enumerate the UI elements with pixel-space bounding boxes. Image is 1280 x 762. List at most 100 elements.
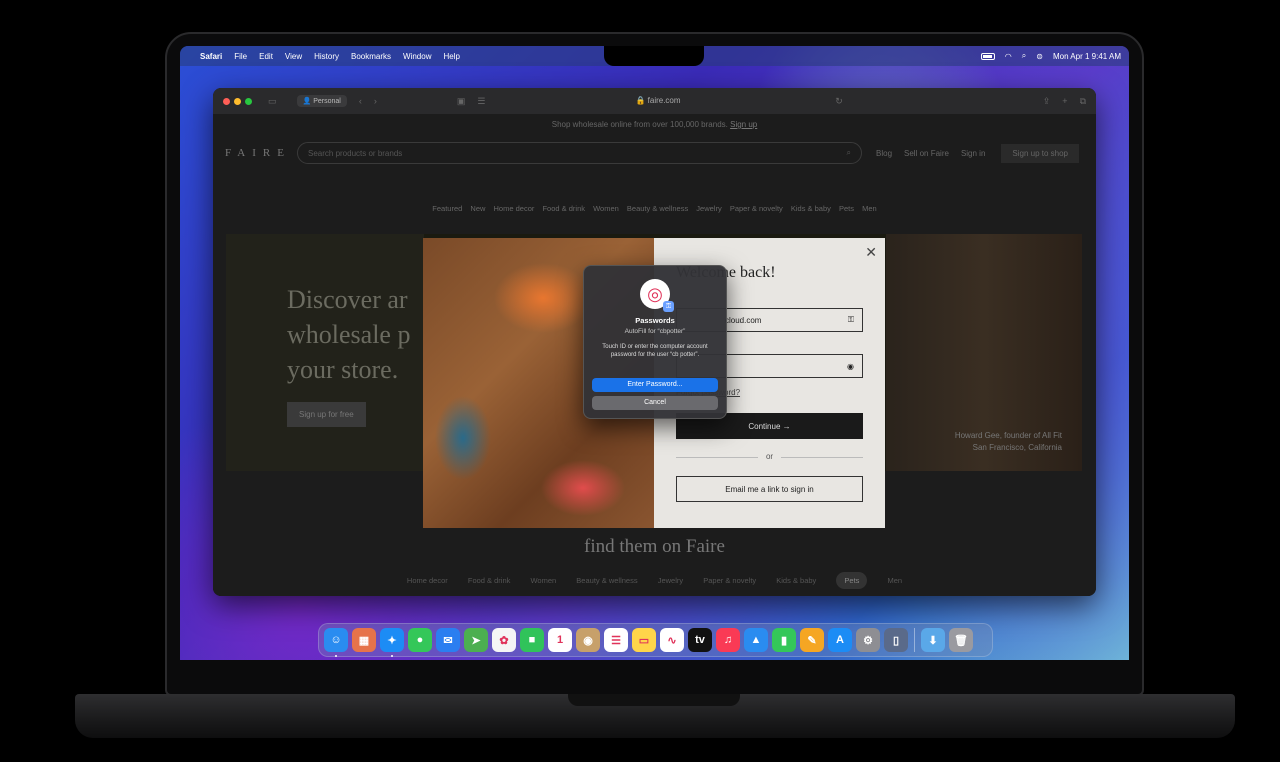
minimize-window-button[interactable] [234,97,241,105]
tab-paper[interactable]: Paper & novelty [703,576,756,585]
sign-up-to-shop-button[interactable]: Sign up to shop [1001,143,1080,163]
tab-food-drink[interactable]: Food & drink [468,576,511,585]
tab-beauty[interactable]: Beauty & wellness [576,576,637,585]
dialog-subtitle: AutoFill for “cbpotter” [624,328,686,335]
cat-beauty[interactable]: Beauty & wellness [627,204,688,213]
numbers-icon[interactable]: ▮ [772,628,796,652]
downloads-icon[interactable]: ⬇ [921,628,945,652]
cat-women[interactable]: Women [593,204,619,213]
cat-men[interactable]: Men [862,204,877,213]
wifi-icon[interactable]: ◠ [1005,52,1012,61]
cancel-button[interactable]: Cancel [592,396,718,410]
cat-paper[interactable]: Paper & novelty [730,204,783,213]
passwords-dialog: ◎ ⚿ Passwords AutoFill for “cbpotter” Tou… [583,265,727,419]
reader-icon[interactable]: ☰ [477,96,485,107]
facetime-icon[interactable]: ■ [520,628,544,652]
menu-edit[interactable]: Edit [259,52,273,61]
battery-icon[interactable] [980,52,995,60]
key-icon[interactable]: ⚿ [848,315,854,325]
hero-caption: Howard Gee, founder of All Fit San Franc… [955,430,1062,454]
faire-logo[interactable]: FAIRE [225,147,297,159]
lock-icon: 🔒 [635,96,646,105]
menu-app-name[interactable]: Safari [200,52,222,61]
url-text: faire.com [647,96,681,105]
cat-new[interactable]: New [470,204,485,213]
menu-file[interactable]: File [234,52,247,61]
photos-icon[interactable]: ✿ [492,628,516,652]
running-indicator [391,655,393,657]
menu-view[interactable]: View [285,52,302,61]
eye-icon[interactable]: ◉ [847,362,854,371]
zoom-window-button[interactable] [245,97,252,105]
new-tab-icon[interactable]: + [1062,96,1067,106]
launchpad-icon[interactable]: ▦ [352,628,376,652]
email-link-button[interactable]: Email me a link to sign in [676,476,863,502]
freeform-icon[interactable]: ∿ [660,628,684,652]
profile-button[interactable]: 👤 Personal [296,95,347,107]
control-center-icon[interactable]: ⊜ [1036,52,1043,61]
category-nav: Featured New Home decor Food & drink Wom… [213,204,1096,213]
cat-food-drink[interactable]: Food & drink [542,204,585,213]
tab-men[interactable]: Men [888,576,903,585]
tab-overview-icon[interactable]: ▣ [457,96,466,107]
promo-text: Shop wholesale online from over 100,000 … [551,120,728,129]
status-area: ◠ ⌕ ⊜ Mon Apr 1 9:41 AM [980,51,1121,61]
blog-link[interactable]: Blog [876,149,892,158]
tabs-icon[interactable]: ⧉ [1080,96,1086,107]
enter-password-button[interactable]: Enter Password... [592,378,718,392]
bottom-category-tabs: Home decor Food & drink Women Beauty & w… [213,572,1096,589]
profile-label: Personal [313,98,341,105]
dialog-message: Touch ID or enter the computer account p… [602,344,708,358]
contacts-icon[interactable]: ◉ [576,628,600,652]
reminders-icon[interactable]: ☰ [604,628,628,652]
sidebar-icon[interactable]: ▭ [268,96,277,107]
menu-history[interactable]: History [314,52,339,61]
menu-help[interactable]: Help [443,52,459,61]
menu-clock[interactable]: Mon Apr 1 9:41 AM [1053,52,1121,61]
calendar-icon[interactable]: 1 [548,628,572,652]
notes-icon[interactable]: ▭ [632,628,656,652]
cat-home-decor[interactable]: Home decor [494,204,535,213]
menu-window[interactable]: Window [403,52,431,61]
magnifier-icon: ⌕ [846,148,851,157]
tv-icon[interactable]: tv [688,628,712,652]
cat-jewelry[interactable]: Jewelry [696,204,721,213]
close-icon[interactable]: ✕ [865,244,877,261]
tab-jewelry[interactable]: Jewelry [658,576,683,585]
safari-icon[interactable]: ✦ [380,628,404,657]
finder-icon[interactable]: ☺ [324,628,348,657]
forward-icon[interactable]: › [374,96,377,106]
close-window-button[interactable] [223,97,230,105]
tab-kids[interactable]: Kids & baby [776,576,816,585]
cat-pets[interactable]: Pets [839,204,854,213]
iphone-mirroring-icon[interactable]: ▯ [884,628,908,652]
app-store-icon[interactable]: A [828,628,852,652]
email-value: cloud.com [725,315,762,325]
trash-icon[interactable]: 🗑 [949,628,973,652]
pages-icon[interactable]: ✎ [800,628,824,652]
key-badge-icon: ⚿ [663,301,674,312]
cat-kids[interactable]: Kids & baby [791,204,831,213]
running-indicator [335,655,337,657]
back-icon[interactable]: ‹ [359,96,362,106]
search-icon[interactable]: ⌕ [1022,51,1026,61]
tab-pets[interactable]: Pets [836,572,868,589]
messages-icon[interactable]: ● [408,628,432,652]
promo-signup-link[interactable]: Sign up [730,120,757,129]
tab-home-decor[interactable]: Home decor [407,576,448,585]
sign-in-link[interactable]: Sign in [961,149,985,158]
mail-icon[interactable]: ✉ [436,628,460,652]
address-bar[interactable]: 🔒 faire.com [513,94,803,108]
tab-women[interactable]: Women [530,576,556,585]
maps-icon[interactable]: ➤ [464,628,488,652]
sell-on-faire-link[interactable]: Sell on Faire [904,149,949,158]
music-icon[interactable]: ♫ [716,628,740,652]
share-icon[interactable]: ⇪ [1043,96,1051,107]
cat-featured[interactable]: Featured [432,204,462,213]
reload-icon[interactable]: ↻ [835,96,843,107]
keynote-icon[interactable]: ▲ [744,628,768,652]
menu-bookmarks[interactable]: Bookmarks [351,52,391,61]
product-search-input[interactable]: Search products or brands ⌕ [297,142,862,164]
system-settings-icon[interactable]: ⚙ [856,628,880,652]
hero-signup-button[interactable]: Sign up for free [287,402,366,427]
